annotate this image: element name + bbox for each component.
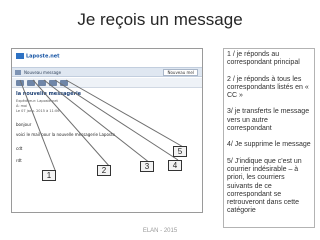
delete-icon[interactable] (49, 80, 57, 86)
toolbar-message-label[interactable]: Nouveau message (24, 70, 61, 75)
new-mail-button[interactable]: Nouveau mel (163, 69, 198, 76)
webmail-toolbar: Nouveau message Nouveau mel (12, 67, 202, 77)
message-action-bar (12, 78, 202, 88)
instructions-panel: 1 / je réponds au correspondant principa… (223, 48, 315, 228)
forward-icon[interactable] (38, 80, 46, 86)
body-line: voici le mail pour la nouvelle messageri… (16, 132, 116, 137)
webmail-header: Laposte.net (12, 49, 202, 67)
spam-icon[interactable] (60, 80, 68, 86)
mail-icon[interactable] (15, 70, 21, 75)
instruction-1: 1 / je réponds au correspondant principa… (227, 51, 300, 67)
slide-title: Je reçois un message (77, 10, 243, 29)
reply-all-icon[interactable] (27, 80, 35, 86)
webmail-screenshot: Laposte.net Nouveau message Nouveau mel … (11, 48, 203, 213)
laposte-logo-icon (16, 53, 24, 59)
instruction-4: 4/ Je supprime le message (227, 141, 311, 149)
slide-footer: ELAN - 2015 (142, 228, 178, 234)
instruction-5: 5/ J'indique que c'est un courrier indés… (227, 157, 302, 215)
webmail-logo: Laposte.net (16, 53, 60, 60)
callout-2: 2 (97, 165, 111, 176)
callout-5: 5 (173, 146, 187, 157)
message-subject: la nouvelle messagerie (16, 91, 82, 97)
instruction-3: 3/ je transferts le message vers un autr… (227, 108, 310, 133)
body-line: bonjour (16, 122, 32, 127)
meta-date: Le 07 janv. 2015 à 11:06 (16, 109, 60, 113)
callout-1: 1 (42, 170, 56, 181)
callout-4: 4 (168, 160, 182, 171)
message-body: bonjour voici le mail pour la nouvelle m… (16, 122, 200, 164)
reply-icon[interactable] (16, 80, 24, 86)
webmail-logo-text: Laposte.net (26, 53, 60, 60)
callout-3: 3 (140, 161, 154, 172)
instruction-2: 2 / je réponds à tous les correspondants… (227, 75, 309, 100)
message-meta: Expéditeur: Laposte.net À: moi Le 07 jan… (16, 99, 200, 114)
